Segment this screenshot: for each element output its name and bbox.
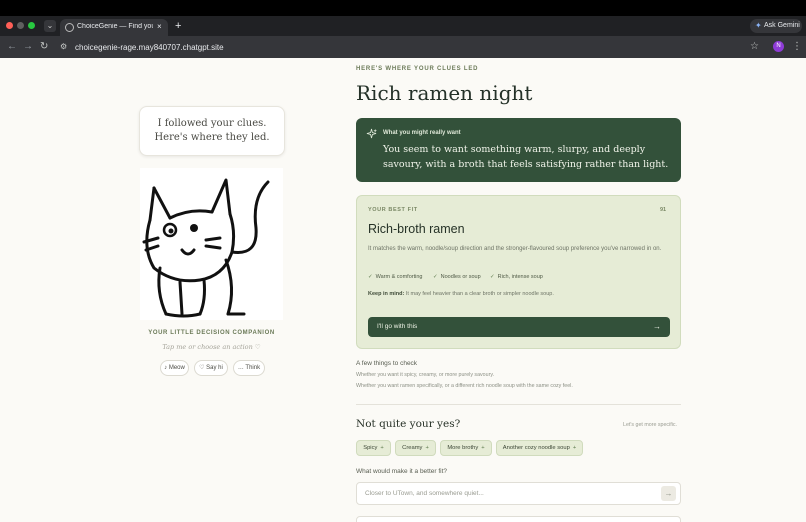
think-button[interactable]: … Think	[233, 360, 265, 376]
list-item: Whether you want ramen specifically, or …	[356, 383, 573, 389]
companion-hint: Tap me or choose an action ♡	[162, 343, 261, 351]
ask-gemini-button[interactable]: ✦ Ask Gemini	[750, 19, 802, 33]
chip-spicy[interactable]: Spicy +	[356, 440, 391, 456]
cat-companion[interactable]	[140, 168, 283, 320]
keep-in-mind-note: Keep in mind: It may feel heavier than a…	[368, 291, 554, 297]
plus-icon: +	[380, 445, 384, 451]
chip-more-brothy[interactable]: More brothy +	[440, 440, 492, 456]
plus-icon: +	[425, 445, 429, 451]
cat-illustration-icon	[142, 178, 270, 318]
page-title: Rich ramen night	[356, 81, 533, 105]
bookmark-star-icon[interactable]: ☆	[750, 40, 759, 54]
window-top-bar	[0, 0, 806, 16]
fit-tag: ✓ Warm & comforting	[368, 274, 423, 280]
check-icon: ✓	[368, 274, 373, 280]
reload-icon[interactable]: ↻	[40, 40, 48, 54]
send-button[interactable]: →	[661, 486, 676, 501]
arrow-right-icon: →	[653, 322, 661, 331]
back-arrow-icon[interactable]: ←	[7, 40, 17, 54]
ask-gemini-label: Ask Gemini	[764, 22, 800, 29]
browser-tab-active[interactable]: ChoiceGenie — Find your clue ×	[60, 19, 168, 36]
better-fit-label: What would make it a better fit?	[356, 468, 448, 475]
not-quite-hint: Let's get more specific.	[623, 422, 678, 428]
browser-menu-icon[interactable]: ⋮	[792, 40, 802, 54]
maximize-window-button[interactable]	[28, 22, 35, 29]
best-fit-title: Rich-broth ramen	[368, 222, 465, 236]
companion-speech-bubble: I followed your clues. Here's where they…	[139, 106, 285, 156]
forward-arrow-icon[interactable]: →	[23, 40, 33, 54]
tab-close-icon[interactable]: ×	[157, 22, 162, 31]
better-fit-input[interactable]	[356, 482, 681, 505]
close-window-button[interactable]	[6, 22, 13, 29]
check-icon: ✓	[490, 274, 495, 280]
new-tab-button[interactable]: +	[175, 19, 181, 33]
chip-another-cozy-noodle-soup[interactable]: Another cozy noodle soup +	[496, 440, 583, 456]
sparkle-icon	[366, 128, 377, 139]
results-eyebrow: HERE'S WHERE YOUR CLUES LED	[356, 66, 479, 72]
list-item: Whether you want it spicy, creamy, or mo…	[356, 372, 495, 378]
fit-tag: ✓ Rich, intense soup	[490, 274, 543, 280]
not-quite-title: Not quite your yes?	[356, 418, 461, 430]
section-divider	[356, 404, 681, 405]
site-info-icon[interactable]: ⚙	[60, 41, 67, 53]
browser-tab-strip: ⌄ ChoiceGenie — Find your clue × + ✦ Ask…	[0, 16, 806, 36]
profile-avatar[interactable]: N	[773, 41, 784, 52]
insight-card: What you might really want You seem to w…	[356, 118, 681, 182]
companion-label: YOUR LITTLE DECISION COMPANION	[148, 330, 275, 336]
tab-title: ChoiceGenie — Find your clue	[77, 23, 153, 30]
best-fit-score: 91	[660, 207, 667, 213]
next-section-card	[356, 516, 681, 522]
page-content: I followed your clues. Here's where they…	[0, 58, 806, 522]
address-bar-url[interactable]: choicegenie-rage.may840707.chatgpt.site	[75, 42, 224, 53]
checks-title: A few things to check	[356, 360, 418, 367]
say-hi-button[interactable]: ♡ Say hi	[194, 360, 228, 376]
best-fit-label: YOUR BEST FIT	[368, 207, 418, 213]
best-fit-description: It matches the warm, noodle/soup directi…	[368, 246, 662, 252]
site-favicon-icon	[65, 23, 74, 32]
fit-tag: ✓ Noodles or soup	[433, 274, 481, 280]
browser-toolbar: ← → ↻ ⚙ choicegenie-rage.may840707.chatg…	[0, 36, 806, 58]
plus-icon: +	[572, 445, 577, 451]
tab-search-dropdown-icon[interactable]: ⌄	[44, 20, 56, 32]
insight-label: What you might really want	[383, 130, 461, 136]
check-icon: ✓	[433, 274, 438, 280]
minimize-window-button[interactable]	[17, 22, 24, 29]
go-with-this-button[interactable]: I'll go with this →	[368, 317, 670, 337]
gemini-sparkle-icon: ✦	[755, 21, 762, 30]
chip-creamy[interactable]: Creamy +	[395, 440, 436, 456]
go-with-this-label: I'll go with this	[377, 323, 418, 330]
plus-icon: +	[481, 445, 485, 451]
meow-button[interactable]: ♪ Meow	[160, 360, 189, 376]
insight-text: You seem to want something warm, slurpy,…	[383, 144, 669, 170]
best-fit-card: YOUR BEST FIT 91 Rich-broth ramen It mat…	[356, 195, 681, 349]
